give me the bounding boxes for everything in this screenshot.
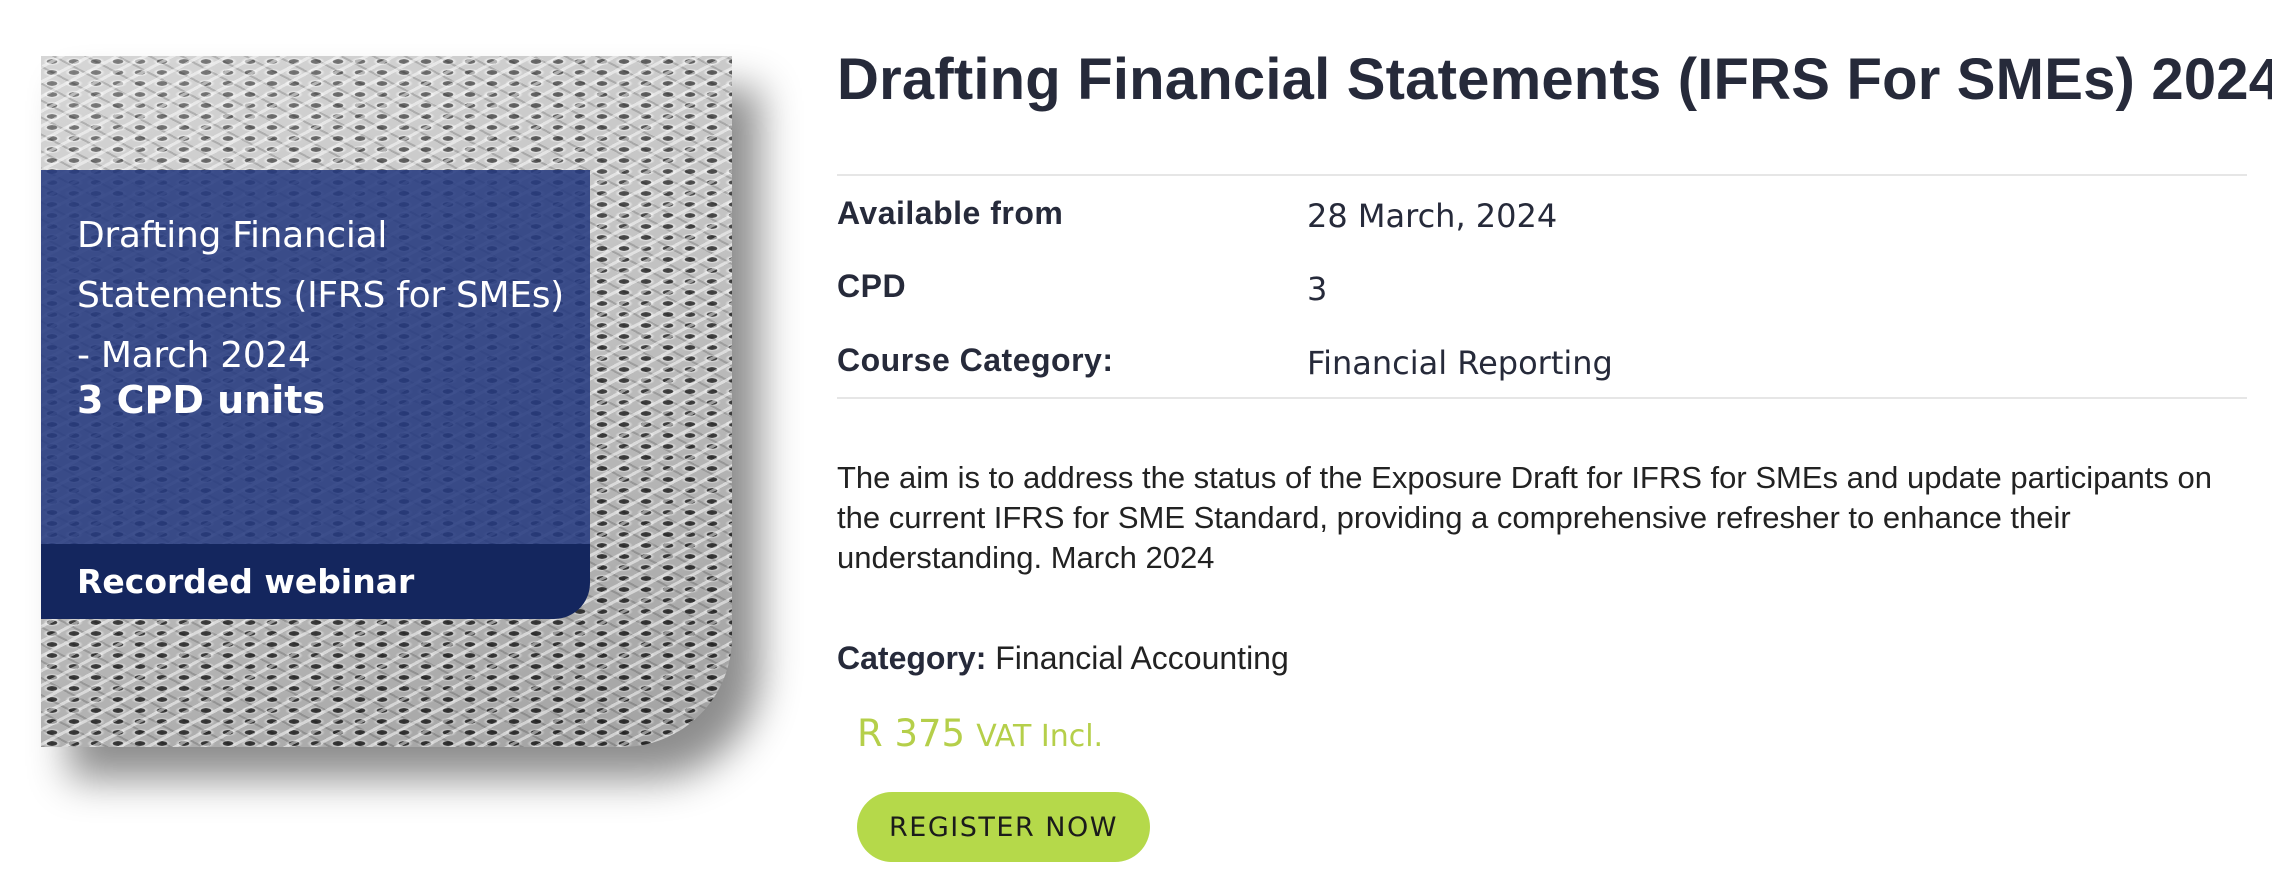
image-course-title: Drafting Financial Statements (IFRS for … [77, 215, 564, 376]
meta-row-cpd: CPD 3 [837, 268, 2247, 318]
category-line: Category: Financial Accounting [837, 640, 1289, 677]
meta-row-course-category: Course Category: Financial Reporting [837, 342, 2247, 392]
divider-bottom [837, 397, 2247, 399]
meta-label-cpd: CPD [837, 268, 907, 304]
divider-top [837, 174, 2247, 176]
course-image: Drafting Financial Statements (IFRS for … [41, 56, 732, 747]
image-recorded-webinar-label: Recorded webinar [77, 562, 415, 601]
meta-row-available-from: Available from 28 March, 2024 [837, 195, 2247, 245]
price-vat-note: VAT Incl. [976, 719, 1104, 754]
meta-value-course-category: Financial Reporting [1307, 344, 1613, 382]
meta-label-available-from: Available from [837, 195, 1064, 231]
meta-value-available-from: 28 March, 2024 [1307, 197, 1558, 235]
price: R 375 VAT Incl. [857, 712, 1103, 755]
image-title-panel: Drafting Financial Statements (IFRS for … [41, 170, 590, 619]
image-cpd-units: 3 CPD units [77, 378, 326, 422]
meta-label-course-category: Course Category: [837, 342, 1114, 378]
course-description: The aim is to address the status of the … [837, 460, 2213, 575]
price-amount: R 375 [857, 712, 966, 755]
image-panel-top: Drafting Financial Statements (IFRS for … [41, 170, 590, 544]
category-value: Financial Accounting [995, 640, 1289, 676]
meta-value-cpd: 3 [1307, 270, 1328, 308]
category-label: Category: [837, 640, 987, 676]
register-now-button[interactable]: REGISTER NOW [857, 792, 1150, 862]
page-title: Drafting Financial Statements (IFRS For … [837, 47, 2272, 112]
